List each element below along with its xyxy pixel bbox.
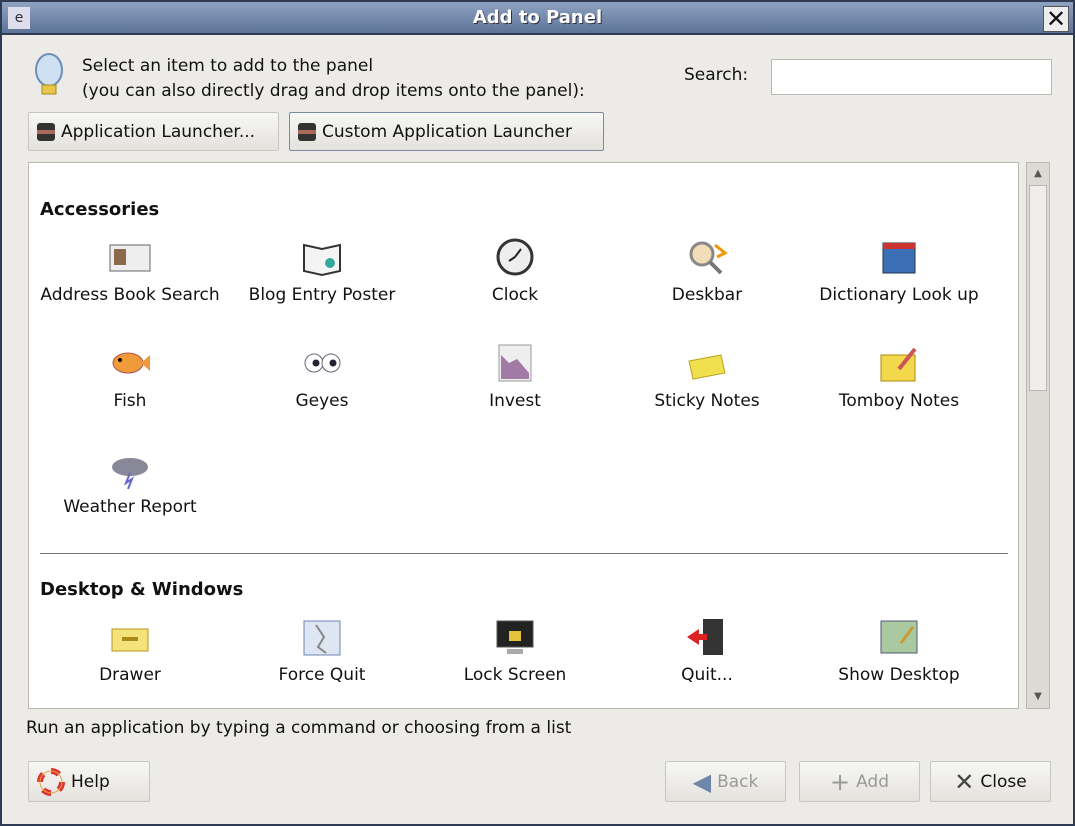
close-button[interactable]: ✕ Close (930, 761, 1051, 802)
applet-label: Lock Screen (463, 665, 567, 685)
back-arrow-icon: ◀ (692, 767, 712, 796)
tomboy-icon (877, 343, 921, 383)
applet-label: Fish (113, 391, 147, 411)
applet-label: Invest (489, 391, 541, 411)
add-label: Add (856, 771, 890, 792)
blog-icon (300, 237, 344, 277)
clock-icon (493, 237, 537, 277)
applet-label: Force Quit (278, 665, 366, 685)
section-title-accessories: Accessories (40, 199, 160, 220)
close-label: Close (980, 771, 1027, 792)
applet-item[interactable]: Invest (420, 343, 610, 413)
applet-label: Deskbar (671, 285, 743, 305)
applet-item[interactable]: Geyes (227, 343, 417, 413)
scroll-down-arrow-icon[interactable]: ▼ (1029, 688, 1047, 706)
applet-item[interactable]: Tomboy Notes (804, 343, 994, 413)
title-bar[interactable]: e Add to Panel ✕ (2, 2, 1073, 35)
lightbulb-icon (32, 52, 66, 100)
instruction-line-1: Select an item to add to the panel (82, 56, 374, 76)
plus-icon: + (829, 767, 851, 796)
applet-item[interactable]: Blog Entry Poster (227, 237, 417, 307)
search-input[interactable] (771, 59, 1052, 95)
back-button[interactable]: ◀ Back (665, 761, 786, 802)
close-x-icon: ✕ (954, 767, 975, 796)
address-book-icon (108, 237, 152, 277)
applet-item[interactable]: Fish (35, 343, 225, 413)
scrollbar-thumb[interactable] (1029, 185, 1047, 391)
applet-item[interactable]: Address Book Search (35, 237, 225, 307)
launcher-icon (37, 122, 55, 141)
applet-item[interactable]: Dictionary Look up (804, 237, 994, 307)
drawer-icon (108, 617, 152, 657)
applet-item[interactable]: Weather Report (35, 449, 225, 519)
vertical-scrollbar[interactable]: ▲ ▼ (1026, 162, 1050, 709)
section-separator (40, 553, 1008, 554)
applet-label: Show Desktop (838, 665, 960, 685)
add-button[interactable]: + Add (799, 761, 920, 802)
section-title-desktop-windows: Desktop & Windows (40, 579, 244, 600)
applet-item[interactable]: Clock (420, 237, 610, 307)
custom-launcher-label: Custom Application Launcher (322, 121, 572, 142)
applet-label: Address Book Search (40, 285, 220, 305)
custom-application-launcher-button[interactable]: Custom Application Launcher (289, 112, 604, 151)
status-description: Run an application by typing a command o… (26, 718, 572, 738)
application-launcher-button[interactable]: Application Launcher... (28, 112, 279, 151)
back-label: Back (717, 771, 759, 792)
application-launcher-label: Application Launcher... (61, 121, 256, 142)
applet-item[interactable]: Drawer (35, 617, 225, 687)
invest-icon (493, 343, 537, 383)
applet-item[interactable]: Sticky Notes (612, 343, 802, 413)
dictionary-icon (877, 237, 921, 277)
quit-icon (685, 617, 729, 657)
applet-item[interactable]: Quit... (612, 617, 802, 687)
applet-label: Weather Report (63, 497, 197, 517)
window-title: Add to Panel (472, 7, 603, 28)
applet-item[interactable]: Show Desktop (804, 617, 994, 687)
applet-label: Dictionary Look up (819, 285, 979, 305)
applet-label: Tomboy Notes (838, 391, 960, 411)
search-label: Search: (684, 65, 749, 85)
applet-label: Quit... (681, 665, 733, 685)
help-label: Help (71, 771, 110, 792)
deskbar-icon (685, 237, 729, 277)
applet-list[interactable]: Accessories Address Book Search Blog Entr… (28, 162, 1019, 709)
eyes-icon (300, 343, 344, 383)
applet-label: Blog Entry Poster (248, 285, 396, 305)
show-desktop-icon (877, 617, 921, 657)
applet-label: Sticky Notes (654, 391, 760, 411)
launcher-icon (298, 122, 316, 141)
window-close-button[interactable]: ✕ (1043, 6, 1069, 32)
lifebuoy-icon (37, 767, 65, 796)
applet-label: Geyes (295, 391, 349, 411)
applet-item[interactable]: Force Quit (227, 617, 417, 687)
fish-icon (108, 343, 152, 383)
applet-item[interactable]: Deskbar (612, 237, 802, 307)
force-quit-icon (300, 617, 344, 657)
scroll-up-arrow-icon[interactable]: ▲ (1029, 165, 1047, 183)
applet-item[interactable]: Lock Screen (420, 617, 610, 687)
lock-screen-icon (493, 617, 537, 657)
applet-label: Drawer (99, 665, 161, 685)
help-button[interactable]: Help (28, 761, 150, 802)
sticky-notes-icon (685, 343, 729, 383)
instruction-line-2: (you can also directly drag and drop ite… (82, 81, 585, 101)
applet-label: Clock (491, 285, 539, 305)
add-to-panel-dialog: e Add to Panel ✕ Select an item to add t… (0, 0, 1075, 826)
weather-icon (108, 449, 152, 489)
